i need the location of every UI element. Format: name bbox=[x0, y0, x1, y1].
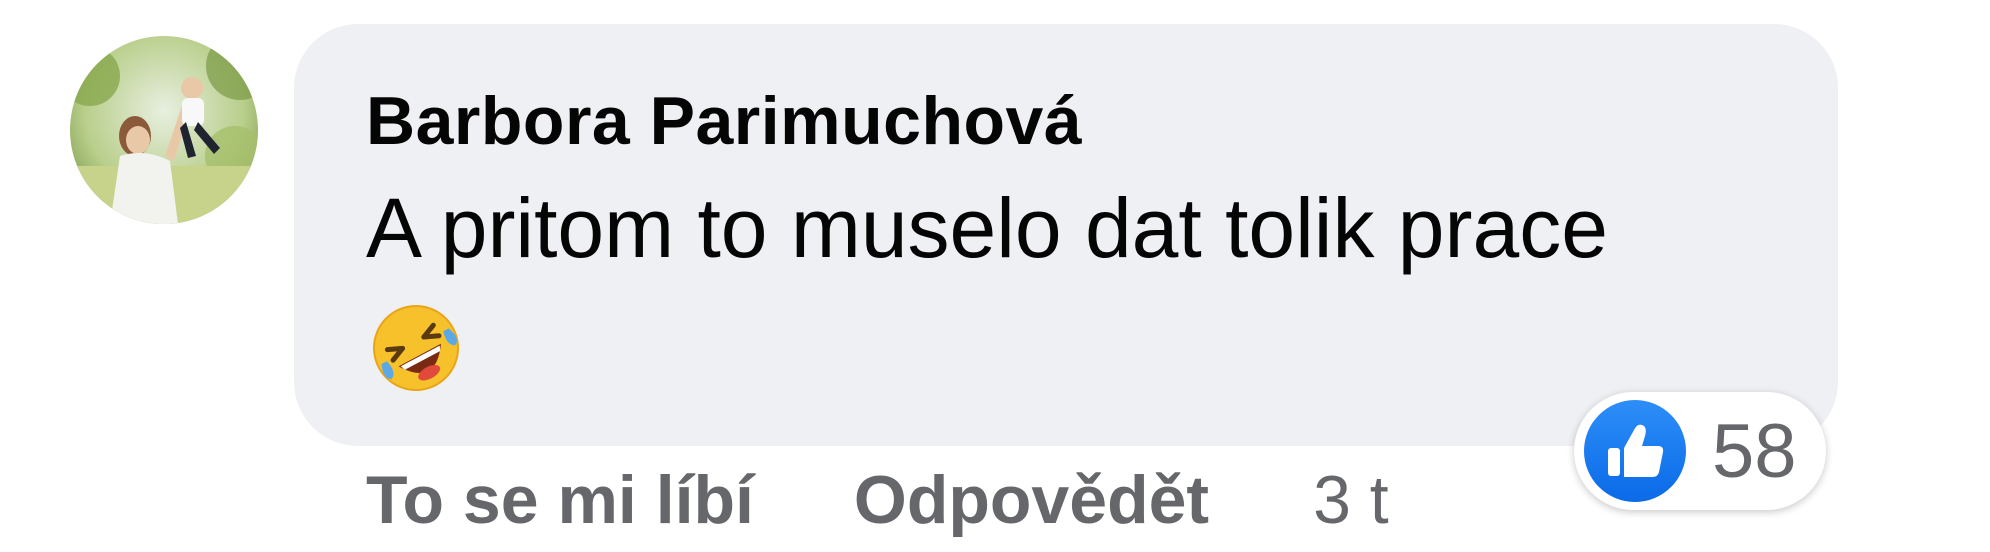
comment-text: A pritom to muselo dat tolik prace bbox=[366, 181, 1608, 275]
comment-actions: To se mi líbí Odpovědět 3 t bbox=[366, 460, 1389, 540]
reaction-count: 58 bbox=[1712, 409, 1797, 494]
reply-button[interactable]: Odpovědět bbox=[854, 461, 1209, 539]
comment: Barbora Parimuchová A pritom to muselo d… bbox=[0, 0, 1990, 552]
avatar[interactable] bbox=[70, 36, 258, 224]
comment-timestamp[interactable]: 3 t bbox=[1313, 461, 1389, 539]
reaction-summary[interactable]: 58 bbox=[1574, 392, 1826, 510]
comment-author[interactable]: Barbora Parimuchová bbox=[366, 82, 1082, 160]
like-button[interactable]: To se mi líbí bbox=[366, 461, 754, 539]
rolling-on-floor-laughing-emoji bbox=[370, 302, 462, 394]
like-reaction-icon bbox=[1584, 400, 1686, 502]
avatar-photo bbox=[70, 36, 258, 224]
